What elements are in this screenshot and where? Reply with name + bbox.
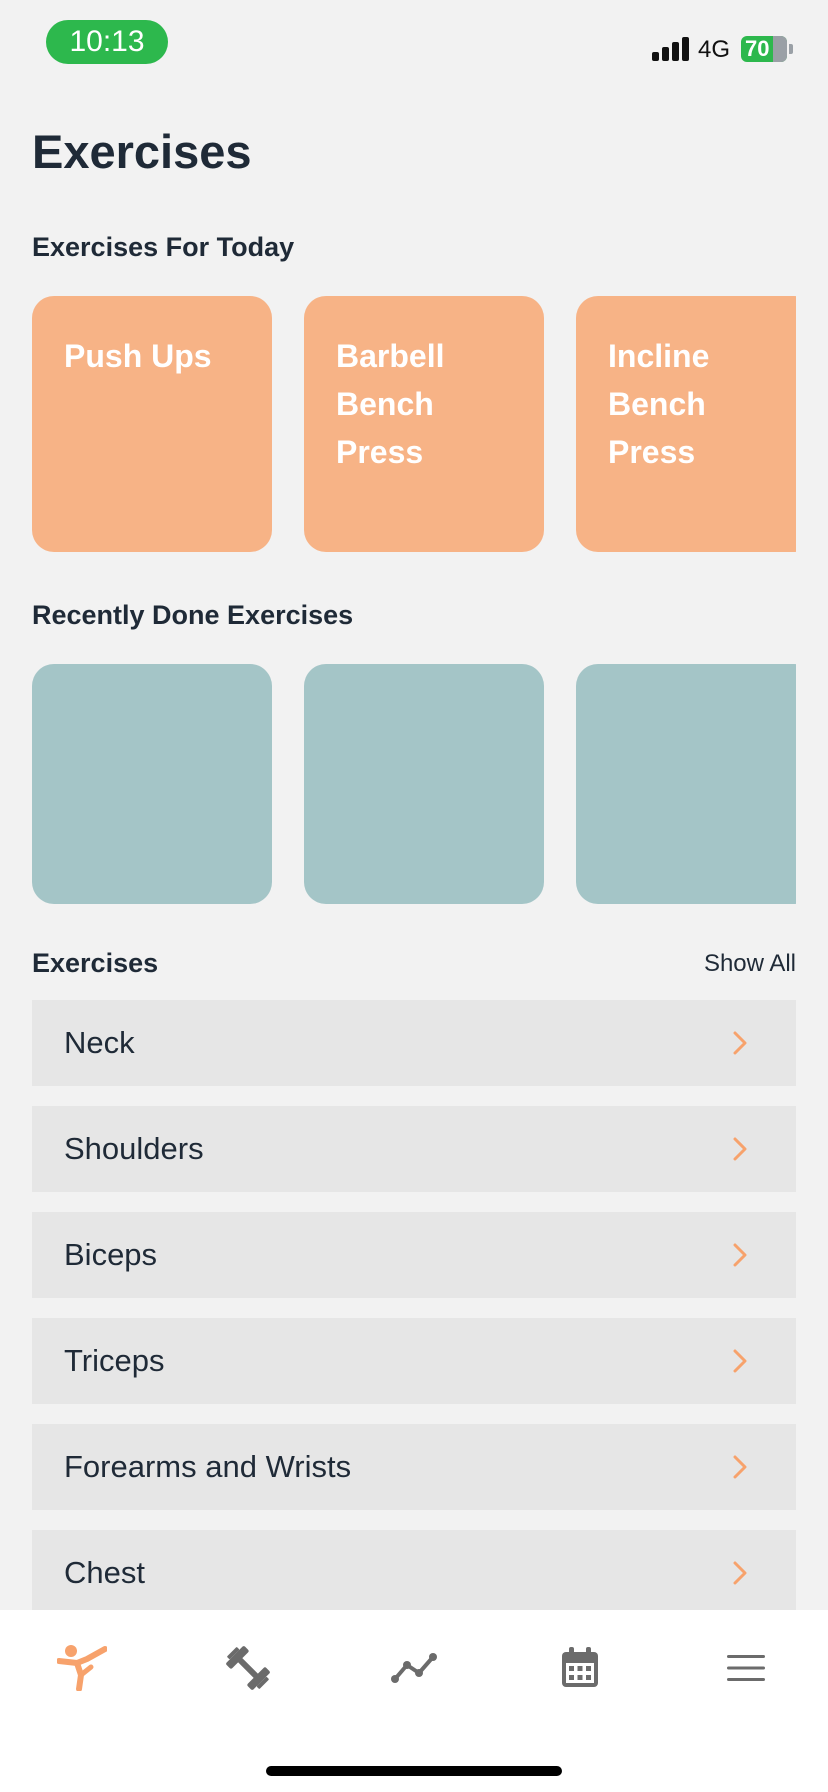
signal-strength-icon [652, 37, 690, 61]
recent-section-title: Recently Done Exercises [32, 600, 354, 630]
exercises-header: Exercises Show All [32, 948, 796, 988]
today-card-row[interactable]: Push Ups Barbell Bench Press Incline Ben… [32, 296, 796, 552]
tab-progress[interactable] [359, 1610, 469, 1726]
dumbbell-icon [226, 1646, 270, 1690]
status-time-text: 10:13 [69, 25, 145, 58]
card-label: Barbell Bench Press [336, 338, 445, 470]
tab-calendar[interactable] [525, 1610, 635, 1726]
chevron-right-icon [733, 1455, 747, 1479]
list-item-shoulders[interactable]: Shoulders [32, 1106, 796, 1192]
today-card-push-ups[interactable]: Push Ups [32, 296, 272, 552]
chevron-right-icon [733, 1561, 747, 1585]
recent-card[interactable] [304, 664, 544, 904]
battery-tip [789, 44, 793, 54]
bottom-tab-bar [0, 1610, 828, 1792]
chevron-right-icon [733, 1349, 747, 1373]
today-card-incline-bench-press[interactable]: Incline Bench Press [576, 296, 796, 552]
card-label: Push Ups [64, 338, 212, 374]
network-type: 4G [698, 36, 731, 63]
list-item-chest[interactable]: Chest [32, 1530, 796, 1616]
calendar-icon [562, 1647, 598, 1687]
chevron-right-icon [733, 1137, 747, 1161]
list-item-label: Forearms and Wrists [64, 1449, 352, 1484]
home-indicator [266, 1766, 562, 1776]
list-item-biceps[interactable]: Biceps [32, 1212, 796, 1298]
list-item-triceps[interactable]: Triceps [32, 1318, 796, 1404]
recent-card[interactable] [576, 664, 796, 904]
tab-exercises[interactable] [27, 1610, 137, 1726]
recent-card[interactable] [32, 664, 272, 904]
battery-level: 70 [745, 36, 770, 61]
list-item-label: Triceps [64, 1343, 165, 1378]
chevron-right-icon [733, 1243, 747, 1267]
stretching-person-icon [57, 1645, 107, 1691]
tab-menu[interactable] [691, 1610, 801, 1726]
card-label: Incline Bench Press [608, 338, 710, 470]
tab-workouts[interactable] [193, 1610, 303, 1726]
menu-icon [727, 1655, 765, 1681]
list-item-neck[interactable]: Neck [32, 1000, 796, 1086]
today-card-barbell-bench-press[interactable]: Barbell Bench Press [304, 296, 544, 552]
progress-line-icon [391, 1653, 437, 1683]
list-item-label: Chest [64, 1555, 145, 1590]
exercises-section-title: Exercises [32, 948, 159, 978]
show-all-link[interactable]: Show All [704, 950, 796, 978]
list-item-label: Neck [64, 1025, 135, 1060]
list-item-label: Shoulders [64, 1131, 204, 1166]
page-title: Exercises [32, 125, 252, 178]
list-item-label: Biceps [64, 1237, 158, 1272]
list-item-forearms-and-wrists[interactable]: Forearms and Wrists [32, 1424, 796, 1510]
chevron-right-icon [733, 1031, 747, 1055]
status-time: 10:13 [46, 20, 168, 64]
recent-card-row[interactable] [32, 664, 796, 904]
status-bar: 10:13 4G 70 [0, 0, 828, 96]
today-section-title: Exercises For Today [32, 232, 295, 262]
battery-icon: 70 [741, 36, 787, 62]
